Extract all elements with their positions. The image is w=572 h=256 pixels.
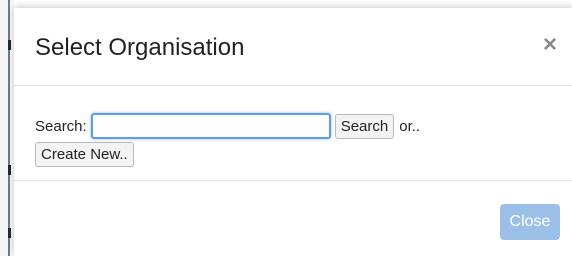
background-page-edge: [0, 0, 14, 256]
create-new-button[interactable]: Create New..: [35, 142, 134, 167]
or-text: or..: [399, 117, 421, 135]
background-divider: [8, 0, 10, 256]
modal-title: Select Organisation: [35, 34, 245, 61]
background-text-fragment: [8, 40, 11, 50]
close-icon[interactable]: ×: [538, 30, 562, 60]
create-row: Create New..: [35, 142, 134, 168]
search-label: Search:: [35, 117, 87, 135]
close-button[interactable]: Close: [500, 204, 560, 240]
modal-body: Search: Search or.. Create New..: [14, 86, 572, 181]
modal-header: Select Organisation ×: [14, 8, 572, 86]
page-backdrop: Select Organisation × Search: Search or.…: [0, 0, 572, 256]
search-input[interactable]: [90, 113, 331, 139]
background-text-fragment: [8, 165, 11, 175]
modal-footer: Close: [14, 181, 572, 256]
search-row: Search: Search or..: [35, 112, 420, 140]
select-organisation-modal: Select Organisation × Search: Search or.…: [14, 8, 572, 256]
search-button[interactable]: Search: [334, 113, 395, 139]
background-text-fragment: [8, 228, 11, 238]
